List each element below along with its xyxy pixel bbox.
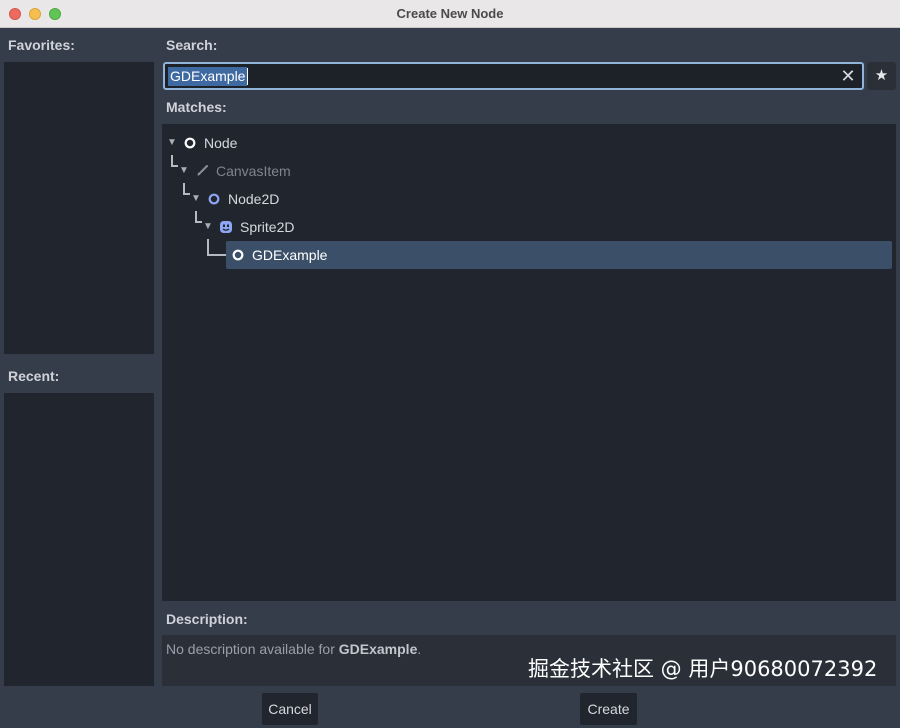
tree-item-gdexample[interactable]: GDExample <box>226 241 892 269</box>
tree-guide-line <box>183 183 190 195</box>
title-bar: Create New Node <box>0 0 900 28</box>
matches-label: Matches: <box>166 99 227 115</box>
tree-item-label: Node2D <box>228 191 280 207</box>
favorites-list[interactable] <box>4 62 154 354</box>
description-suffix: . <box>417 641 422 657</box>
close-icon: ✕ <box>840 66 856 86</box>
clear-search-button[interactable]: ✕ <box>838 66 858 86</box>
tree-item-canvasitem[interactable]: ▼ CanvasItem <box>178 157 886 185</box>
node-circle-icon <box>184 137 196 149</box>
create-node-dialog: Favorites: Recent: Search: GDExample ✕ ★… <box>0 28 900 728</box>
node-circle-icon <box>232 249 244 261</box>
search-input[interactable]: GDExample ✕ <box>163 62 864 90</box>
favorite-toggle-button[interactable]: ★ <box>867 62 896 90</box>
window-title: Create New Node <box>396 6 504 21</box>
node2d-circle-icon <box>208 193 220 205</box>
create-button[interactable]: Create <box>580 693 637 725</box>
tree-item-label: Sprite2D <box>240 219 295 235</box>
description-label: Description: <box>166 611 248 627</box>
description-class-name: GDExample <box>338 641 418 657</box>
tree-item-label: GDExample <box>252 247 328 263</box>
search-input-value: GDExample <box>168 67 248 86</box>
chevron-down-icon[interactable]: ▼ <box>191 185 201 213</box>
favorites-label: Favorites: <box>8 37 75 53</box>
tree-guide-line <box>207 239 226 256</box>
chevron-down-icon[interactable]: ▼ <box>203 213 213 241</box>
tree-item-label: Node <box>204 135 238 151</box>
tree-item-node2d[interactable]: ▼ Node2D <box>190 185 886 213</box>
tree-item-label: CanvasItem <box>216 163 291 179</box>
chevron-down-icon[interactable]: ▼ <box>179 157 189 185</box>
brush-icon <box>197 165 208 176</box>
search-label: Search: <box>166 37 218 53</box>
sprite2d-icon <box>220 221 232 233</box>
tree-item-node[interactable]: ▼ Node <box>166 129 886 157</box>
tree-guide-line <box>195 211 202 223</box>
tree-guide-line <box>171 155 178 167</box>
text-caret <box>247 68 248 85</box>
star-icon: ★ <box>874 67 889 84</box>
recent-list[interactable] <box>4 393 154 686</box>
tree-item-sprite2d[interactable]: ▼ Sprite2D <box>202 213 886 241</box>
cancel-button[interactable]: Cancel <box>262 693 318 725</box>
description-prefix: No description available for <box>166 641 339 657</box>
watermark: 掘金技术社区 @ 用户90680072392 <box>528 657 878 681</box>
description-text: No description available for GDExample. <box>166 641 421 657</box>
chevron-down-icon[interactable]: ▼ <box>167 129 177 157</box>
recent-label: Recent: <box>8 368 60 384</box>
